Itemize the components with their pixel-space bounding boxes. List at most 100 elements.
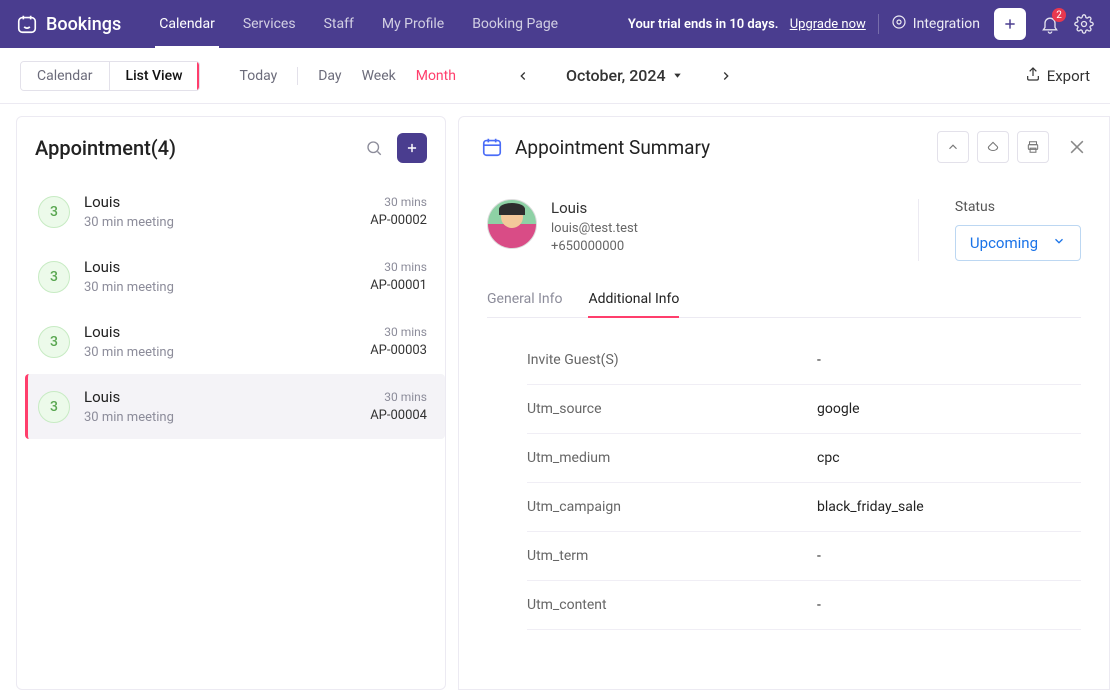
appointment-name: Louis [84, 323, 174, 341]
nav-item-staff[interactable]: Staff [310, 0, 368, 48]
appointment-list[interactable]: 3 Louis 30 min meeting 30 minsAP-00002 3 Loui… [17, 179, 445, 689]
view-calendar-option[interactable]: Calendar [21, 62, 109, 90]
appointment-duration: 30 mins [370, 260, 427, 274]
appointment-desc: 30 min meeting [84, 280, 174, 295]
week-button[interactable]: Week [362, 68, 396, 84]
status-section: Status Upcoming [918, 199, 1081, 261]
field-row: Utm_mediumcpc [527, 434, 1081, 483]
range-controls: Today Day Week Month [240, 67, 456, 85]
nav-item-calendar[interactable]: Calendar [145, 0, 229, 48]
month-nav: October, 2024 [516, 66, 733, 85]
customer-email: louis@test.test [551, 221, 638, 236]
appointment-row[interactable]: 3 Louis 30 min meeting 30 minsAP-00002 [17, 179, 445, 244]
field-row: Utm_sourcegoogle [527, 385, 1081, 434]
notif-badge: 2 [1052, 8, 1066, 22]
trial-text: Your trial ends in 10 days. [628, 17, 779, 32]
field-value: - [817, 548, 821, 564]
summary-head: Appointment Summary [459, 117, 1109, 177]
field-label: Utm_source [527, 401, 817, 417]
export-button[interactable]: Export [1025, 66, 1090, 86]
export-icon [1025, 66, 1041, 86]
field-value: - [817, 597, 821, 613]
main: Appointment(4) 3 Louis 30 min meeting 30 mi… [0, 104, 1110, 690]
field-label: Utm_campaign [527, 499, 817, 515]
summary-body: Louis louis@test.test +650000000 Status … [459, 177, 1109, 689]
field-label: Utm_medium [527, 450, 817, 466]
field-value: - [817, 352, 821, 368]
appointment-left: 3 Louis 30 min meeting [38, 193, 174, 230]
next-month-button[interactable] [719, 69, 733, 83]
appointment-name: Louis [84, 193, 174, 211]
settings-button[interactable] [1074, 14, 1094, 34]
print-button[interactable] [1017, 131, 1049, 163]
appointment-id: AP-00003 [370, 343, 427, 358]
collapse-button[interactable] [937, 131, 969, 163]
trial-banner: Your trial ends in 10 days. Upgrade now [628, 17, 866, 32]
appointment-duration: 30 mins [370, 390, 427, 404]
appointment-row[interactable]: 3Louis30 min meeting30 minsAP-00001 [17, 244, 445, 309]
field-value: cpc [817, 450, 840, 466]
customer-info-row: Louis louis@test.test +650000000 Status … [487, 185, 1081, 281]
status-dropdown[interactable]: Upcoming [955, 225, 1081, 261]
summary-title: Appointment Summary [515, 136, 710, 159]
day-button[interactable]: Day [318, 68, 341, 84]
field-row: Utm_term- [527, 532, 1081, 581]
additional-info-fields: Invite Guest(S)-Utm_sourcegoogleUtm_medi… [487, 318, 1081, 630]
status-label: Status [955, 199, 1081, 215]
date-badge: 3 [38, 326, 70, 358]
date-badge: 3 [38, 261, 70, 293]
nav-item-bookingpage[interactable]: Booking Page [458, 0, 572, 48]
nav-item-services[interactable]: Services [229, 0, 310, 48]
appointment-id: AP-00004 [370, 408, 427, 423]
share-button[interactable] [977, 131, 1009, 163]
field-row: Invite Guest(S)- [527, 336, 1081, 385]
chevron-down-icon [1052, 234, 1066, 252]
appointment-duration: 30 mins [370, 195, 427, 209]
global-add-button[interactable] [994, 8, 1026, 40]
search-icon[interactable] [365, 139, 383, 157]
view-toggle: Calendar List View [20, 61, 200, 91]
field-row: Utm_content- [527, 581, 1081, 630]
appointment-row[interactable]: 3Louis30 min meeting30 minsAP-00004 [25, 374, 445, 439]
field-label: Invite Guest(S) [527, 352, 817, 368]
month-button[interactable]: Month [416, 68, 456, 84]
current-month-label: October, 2024 [566, 66, 666, 85]
upgrade-link[interactable]: Upgrade now [790, 17, 866, 32]
prev-month-button[interactable] [516, 69, 530, 83]
today-button[interactable]: Today [240, 68, 278, 84]
sep [297, 67, 298, 85]
add-appointment-button[interactable] [397, 133, 427, 163]
appointment-summary-panel: Appointment Summary Louis louis@test.tes… [458, 116, 1110, 690]
nav-item-myprofile[interactable]: My Profile [368, 0, 458, 48]
appointment-row[interactable]: 3Louis30 min meeting30 minsAP-00003 [17, 309, 445, 374]
close-button[interactable] [1067, 137, 1087, 157]
appointment-list-head: Appointment(4) [17, 117, 445, 179]
tab-additional-info[interactable]: Additional Info [588, 281, 679, 317]
notifications-button[interactable]: 2 [1040, 14, 1060, 34]
field-value: google [817, 401, 860, 417]
calendar-icon [481, 136, 503, 158]
appointment-left: 3Louis30 min meeting [38, 323, 174, 360]
appointment-name: Louis [84, 258, 174, 276]
appointment-list-actions [365, 133, 427, 163]
appointment-right: 30 minsAP-00002 [370, 195, 427, 228]
nav-separator [878, 14, 879, 34]
month-picker[interactable]: October, 2024 [566, 66, 683, 85]
export-label: Export [1047, 67, 1090, 85]
field-label: Utm_term [527, 548, 817, 564]
integration-label: Integration [913, 16, 980, 32]
tab-general-info[interactable]: General Info [487, 281, 562, 317]
appointment-desc: 30 min meeting [84, 215, 174, 230]
date-badge: 3 [38, 196, 70, 228]
field-row: Utm_campaignblack_friday_sale [527, 483, 1081, 532]
brand[interactable]: Bookings [16, 13, 121, 35]
customer-avatar [487, 199, 537, 249]
appointment-list-panel: Appointment(4) 3 Louis 30 min meeting 30 mi… [16, 116, 446, 690]
appointment-name: Louis [84, 388, 174, 406]
view-list-option[interactable]: List View [109, 62, 199, 90]
summary-actions [937, 131, 1087, 163]
field-value: black_friday_sale [817, 499, 924, 515]
brand-icon [16, 13, 38, 35]
appointment-duration: 30 mins [370, 325, 427, 339]
integration-link[interactable]: Integration [891, 14, 980, 34]
